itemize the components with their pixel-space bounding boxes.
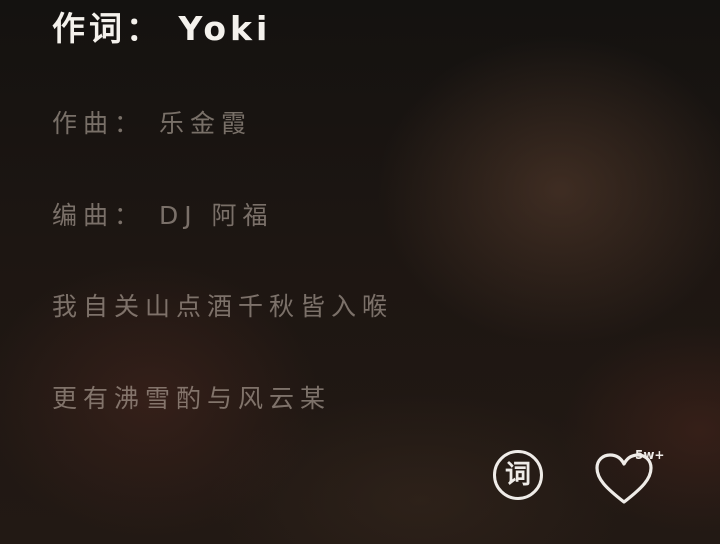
lyrics-toggle-button[interactable]: 词 — [493, 450, 543, 500]
like-button[interactable]: 5w+ — [592, 448, 665, 508]
lyric-line: 更有沸雪酌与风云某 — [52, 384, 332, 413]
lyrics-panel[interactable]: 作词： Yoki 作曲： 乐金霞 编曲： DJ 阿福 我自关山点酒千秋皆入喉 更… — [0, 0, 720, 440]
lyrics-icon: 词 — [504, 460, 531, 490]
lyric-line-current: 作词： Yoki — [52, 9, 272, 48]
lyric-line: 作曲： 乐金霞 — [52, 109, 252, 138]
like-count: 5w+ — [635, 448, 665, 462]
lyric-line: 我自关山点酒千秋皆入喉 — [52, 292, 394, 321]
lyric-line: 编曲： DJ 阿福 — [52, 201, 274, 230]
